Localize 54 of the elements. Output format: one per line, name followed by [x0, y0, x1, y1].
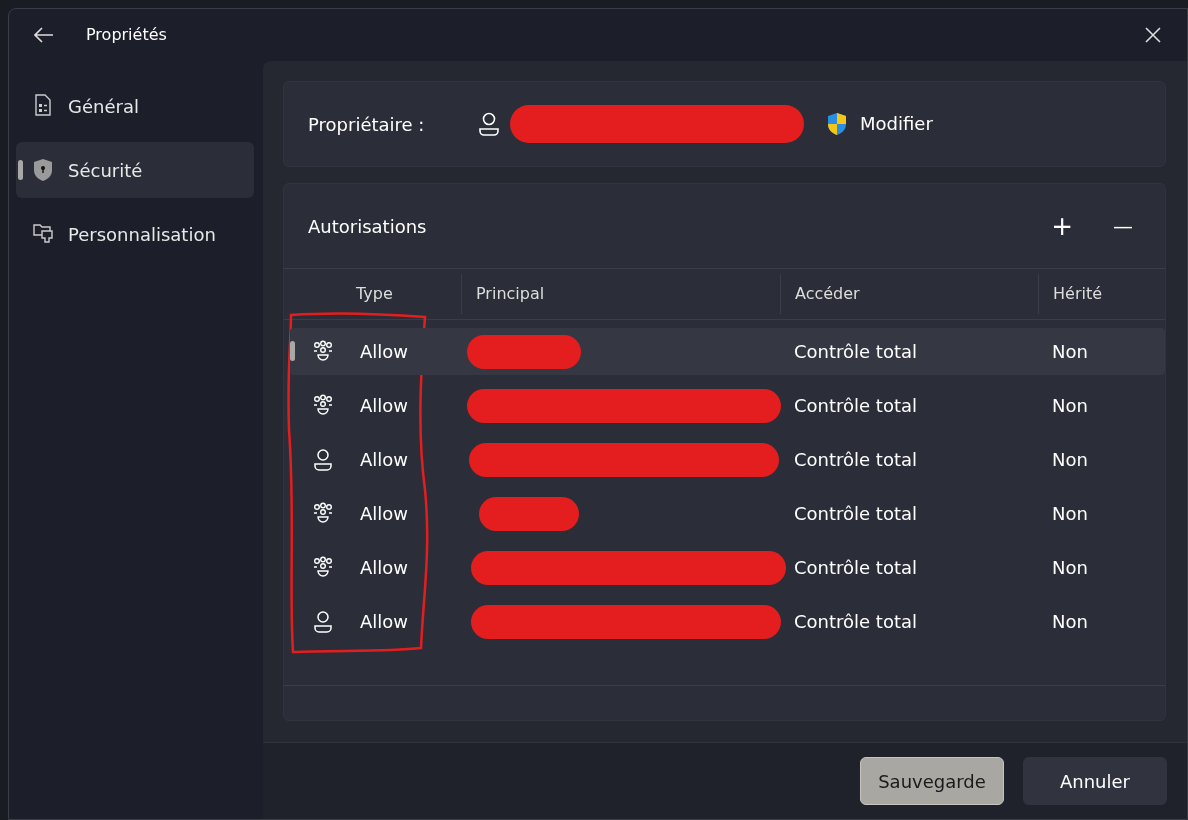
group-icon [312, 393, 334, 418]
sidebar-item[interactable]: Personnalisation [16, 206, 254, 262]
column-header[interactable]: Hérité [1038, 274, 1161, 314]
column-header[interactable]: Type [284, 274, 461, 314]
back-arrow-icon[interactable] [34, 27, 54, 43]
table-cell-text: Contrôle total [794, 394, 918, 418]
table-row[interactable]: Allow Contrôle total Non [290, 328, 1165, 375]
table-cell-text: Non [1052, 502, 1088, 526]
table-cell-text: Contrôle total [794, 502, 918, 526]
save-button[interactable]: Sauvegarde [860, 757, 1004, 805]
table-cell-text: Allow [360, 394, 409, 418]
table-row[interactable]: Allow Contrôle total Non [290, 544, 1165, 591]
column-header[interactable]: Principal [461, 274, 780, 314]
document-icon [32, 94, 54, 118]
person-icon [478, 112, 500, 136]
section-title: Autorisations [308, 214, 427, 239]
cancel-button[interactable]: Annuler [1023, 757, 1167, 805]
sidebar-item[interactable]: Général [16, 78, 254, 134]
sidebar-item[interactable]: Sécurité [16, 142, 254, 198]
modify-button[interactable]: Modifier [852, 115, 941, 133]
table-row[interactable]: Allow Contrôle total Non [290, 490, 1165, 537]
table-row[interactable]: Allow Contrôle total Non [290, 436, 1165, 483]
table-cell-text: Non [1052, 610, 1088, 634]
person-icon [312, 609, 334, 634]
table-row[interactable]: Allow Contrôle total Non [290, 382, 1165, 429]
selection-indicator [18, 160, 23, 180]
table-cell-text: Contrôle total [794, 610, 918, 634]
owner-label: Propriétaire : [308, 112, 426, 137]
table-cell-text: Allow [360, 340, 409, 364]
table-cell-text: Non [1052, 556, 1088, 580]
table-cell-text: Non [1052, 448, 1088, 472]
table-cell-text: Non [1052, 340, 1088, 364]
table-cell-text: Contrôle total [794, 448, 918, 472]
folder-icon [32, 222, 54, 246]
group-icon [312, 501, 334, 526]
table-cell-text: Allow [360, 502, 409, 526]
window-title: Propriétés [86, 24, 167, 46]
person-icon [312, 447, 334, 472]
close-icon[interactable] [1145, 27, 1161, 43]
shield-icon [826, 112, 848, 136]
table-row[interactable]: Allow Contrôle total Non [290, 598, 1165, 645]
table-cell-text: Allow [360, 556, 409, 580]
column-header[interactable]: Accéder [780, 274, 1038, 314]
add-button[interactable]: + [1043, 213, 1081, 239]
table-cell-text: Allow [360, 610, 409, 634]
table-cell-text: Allow [360, 448, 409, 472]
shield-icon [32, 158, 54, 182]
table-cell-text: Contrôle total [794, 556, 918, 580]
table-cell-text: Contrôle total [794, 340, 918, 364]
table-cell-text: Non [1052, 394, 1088, 418]
selection-indicator [290, 341, 295, 361]
group-icon [312, 555, 334, 580]
remove-button[interactable]: — [1105, 216, 1141, 236]
group-icon [312, 339, 334, 364]
